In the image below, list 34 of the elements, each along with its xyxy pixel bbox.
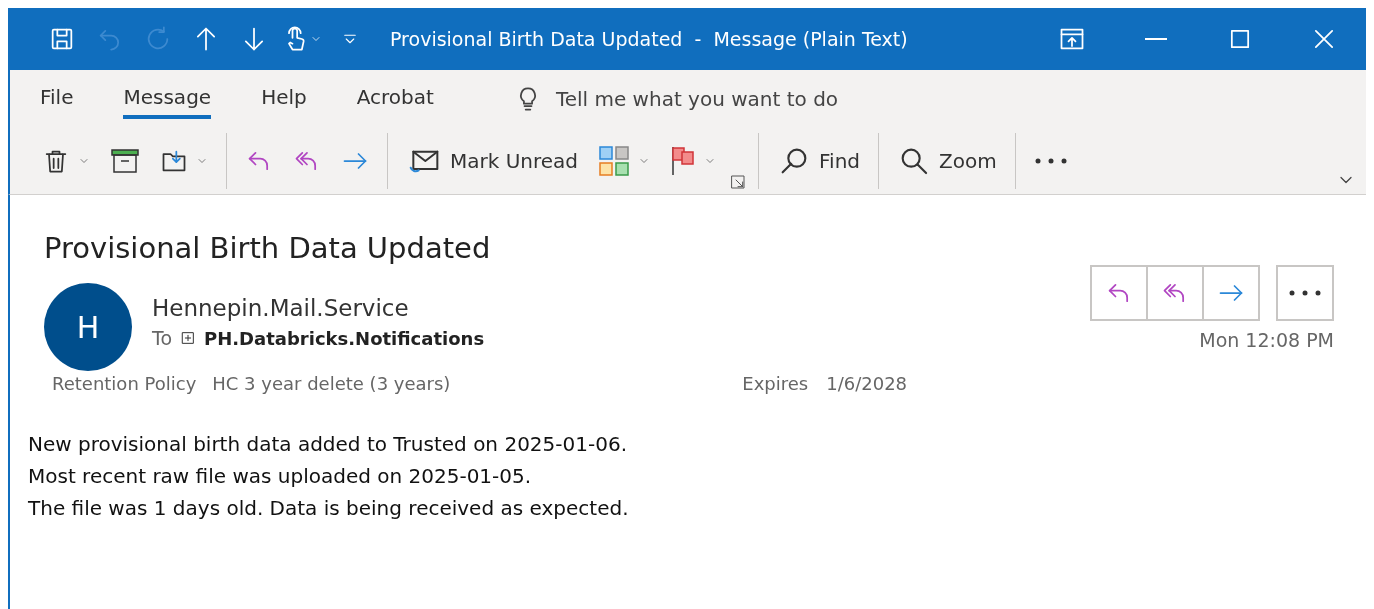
ribbon-tab[interactable]: Acrobat <box>356 79 434 119</box>
launcher-icon <box>730 174 747 190</box>
sender-avatar: H <box>44 283 132 371</box>
body-line: Most recent raw file was uploaded on 2025-01-05. <box>28 464 533 488</box>
zoom-button[interactable]: Zoom <box>887 140 1007 182</box>
to-label: To <box>152 327 172 349</box>
body-line: New provisional birth data added to Trusted on 2025-01-06. <box>28 432 628 456</box>
expand-plus-icon <box>180 330 196 346</box>
received-time: Mon 12:08 PM <box>1199 329 1334 351</box>
window-title: Provisional Birth Data Updated - Message (Plain Text) <box>390 28 909 50</box>
message-subject: Provisional Birth Data Updated <box>44 231 492 265</box>
expires-date: 1/6/2028 <box>826 373 908 394</box>
body-line: The file was 1 days old. Data is being received as expected. <box>28 496 630 520</box>
find-button[interactable]: Find <box>767 140 870 182</box>
reply-all-button[interactable] <box>1146 265 1204 321</box>
more-icon <box>1033 157 1068 165</box>
sender-name[interactable]: Hennepin.Mail.Service <box>152 295 1090 321</box>
tell-me-field[interactable]: Tell me what you want to do <box>507 84 845 114</box>
flag-icon <box>670 145 697 177</box>
retention-label: Retention Policy <box>52 373 197 394</box>
expires-label: Expires <box>742 373 809 394</box>
more-actions-button[interactable] <box>1276 265 1334 321</box>
category-squares-icon <box>598 145 631 177</box>
retention-policy: HC 3 year delete (3 years) <box>212 373 452 394</box>
ribbon-tab[interactable]: File <box>40 79 74 119</box>
reply-button[interactable] <box>1090 265 1148 321</box>
mark-unread-button[interactable]: Mark Unread <box>396 141 589 181</box>
ribbon-tab[interactable]: Help <box>261 79 307 119</box>
forward-button[interactable] <box>1202 265 1260 321</box>
archive-icon <box>110 148 140 174</box>
minimize-icon <box>1145 38 1167 40</box>
recipient-name[interactable]: PH.Databricks.Notifications <box>204 327 485 349</box>
more-icon <box>1288 289 1322 297</box>
ribbon-tab[interactable]: Message <box>123 79 212 119</box>
